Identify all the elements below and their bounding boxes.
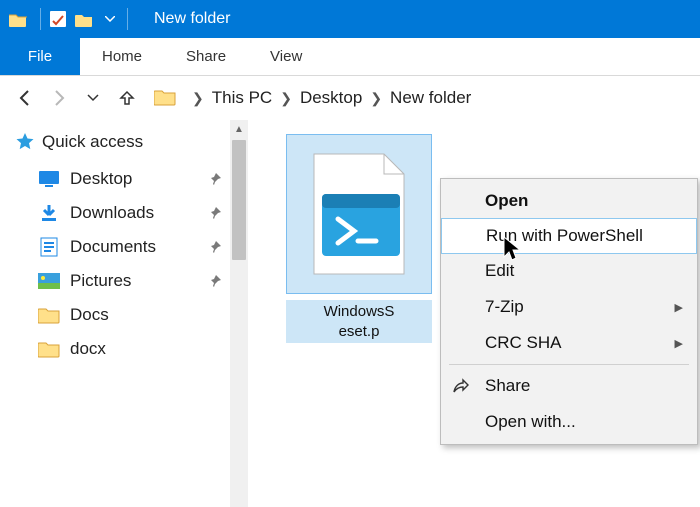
file-name: WindowsS eset.p	[286, 300, 432, 343]
sidebar-quick-access[interactable]: Quick access	[10, 128, 248, 162]
pictures-icon	[38, 271, 60, 291]
context-menu-edit[interactable]: Edit	[441, 253, 697, 289]
share-icon	[451, 376, 471, 396]
nav-forward-button[interactable]	[44, 83, 74, 113]
nav-recent-dropdown[interactable]	[78, 83, 108, 113]
address-bar: ❯ This PC ❯ Desktop ❯ New folder	[0, 76, 700, 120]
chevron-right-icon: ❯	[280, 90, 292, 107]
sidebar-item-desktop[interactable]: Desktop	[10, 162, 248, 196]
context-menu: Open Run with PowerShell Edit 7-Zip ▶ CR…	[440, 178, 698, 445]
sidebar-item-pictures[interactable]: Pictures	[10, 264, 248, 298]
qat-properties-icon[interactable]	[47, 8, 69, 30]
scroll-up-icon[interactable]: ▲	[230, 120, 248, 138]
tab-label: Share	[186, 48, 226, 65]
file-name-line: eset.p	[339, 323, 380, 340]
file-item-powershell-script[interactable]: WindowsS eset.p	[286, 134, 432, 343]
file-name-line: WindowsS	[324, 303, 395, 320]
separator	[127, 8, 128, 30]
context-menu-label: CRC SHA	[485, 333, 562, 353]
pin-icon	[208, 172, 222, 186]
context-menu-open[interactable]: Open	[441, 183, 697, 219]
context-menu-7zip[interactable]: 7-Zip ▶	[441, 289, 697, 325]
context-menu-run-powershell[interactable]: Run with PowerShell	[441, 218, 697, 254]
breadcrumb-item[interactable]: Desktop	[300, 88, 362, 108]
context-menu-label: Open with...	[485, 412, 576, 432]
sidebar-item-downloads[interactable]: Downloads	[10, 196, 248, 230]
scroll-thumb[interactable]	[232, 140, 246, 260]
desktop-icon	[38, 169, 60, 189]
sidebar-item-label: Documents	[70, 237, 156, 257]
sidebar-item-label: Downloads	[70, 203, 154, 223]
tab-home[interactable]: Home	[80, 38, 164, 75]
breadcrumb-folder-icon[interactable]	[154, 88, 176, 108]
tab-label: Home	[102, 48, 142, 65]
chevron-right-icon: ▶	[675, 337, 683, 350]
context-menu-crc-sha[interactable]: CRC SHA ▶	[441, 325, 697, 361]
sidebar-item-label: docx	[70, 339, 106, 359]
nav-up-button[interactable]	[112, 83, 142, 113]
breadcrumb-path[interactable]: ❯ This PC ❯ Desktop ❯ New folder	[184, 88, 471, 108]
tab-file[interactable]: File	[0, 38, 80, 75]
breadcrumb-item[interactable]: New folder	[390, 88, 471, 108]
tab-label: View	[270, 48, 302, 65]
breadcrumb-item[interactable]: This PC	[212, 88, 272, 108]
ribbon-tabs: File Home Share View	[0, 38, 700, 76]
context-menu-label: Run with PowerShell	[486, 226, 643, 246]
navigation-pane: Quick access Desktop Downloads Documents	[0, 120, 248, 507]
file-thumbnail	[286, 134, 432, 294]
tab-file-label: File	[28, 48, 52, 65]
qat-dropdown-icon[interactable]	[99, 8, 121, 30]
sidebar-item-label: Desktop	[70, 169, 132, 189]
downloads-icon	[38, 203, 60, 223]
sidebar-item-documents[interactable]: Documents	[10, 230, 248, 264]
context-menu-label: Edit	[485, 261, 514, 281]
nav-back-button[interactable]	[10, 83, 40, 113]
pin-icon	[208, 206, 222, 220]
context-menu-label: Open	[485, 191, 528, 211]
context-menu-share[interactable]: Share	[441, 368, 697, 404]
folder-icon	[38, 339, 60, 359]
sidebar-item-label: Pictures	[70, 271, 131, 291]
star-icon	[14, 132, 36, 152]
titlebar: New folder	[0, 0, 700, 38]
pin-icon	[208, 274, 222, 288]
sidebar-item-docx[interactable]: docx	[10, 332, 248, 366]
context-menu-label: 7-Zip	[485, 297, 524, 317]
quick-access-toolbar	[47, 8, 121, 30]
separator	[40, 8, 41, 30]
chevron-right-icon: ❯	[192, 90, 204, 107]
app-folder-icon	[8, 9, 28, 29]
sidebar-item-docs[interactable]: Docs	[10, 298, 248, 332]
tab-share[interactable]: Share	[164, 38, 248, 75]
chevron-right-icon: ▶	[675, 301, 683, 314]
chevron-right-icon: ❯	[370, 90, 382, 107]
context-menu-separator	[449, 364, 689, 365]
window-title: New folder	[154, 10, 230, 28]
sidebar-item-label: Docs	[70, 305, 109, 325]
pin-icon	[208, 240, 222, 254]
tab-view[interactable]: View	[248, 38, 324, 75]
context-menu-label: Share	[485, 376, 530, 396]
documents-icon	[38, 237, 60, 257]
sidebar-quick-access-label: Quick access	[42, 132, 143, 152]
qat-newfolder-icon[interactable]	[73, 8, 95, 30]
context-menu-open-with[interactable]: Open with...	[441, 404, 697, 440]
sidebar-scrollbar[interactable]: ▲	[230, 120, 248, 507]
folder-icon	[38, 305, 60, 325]
